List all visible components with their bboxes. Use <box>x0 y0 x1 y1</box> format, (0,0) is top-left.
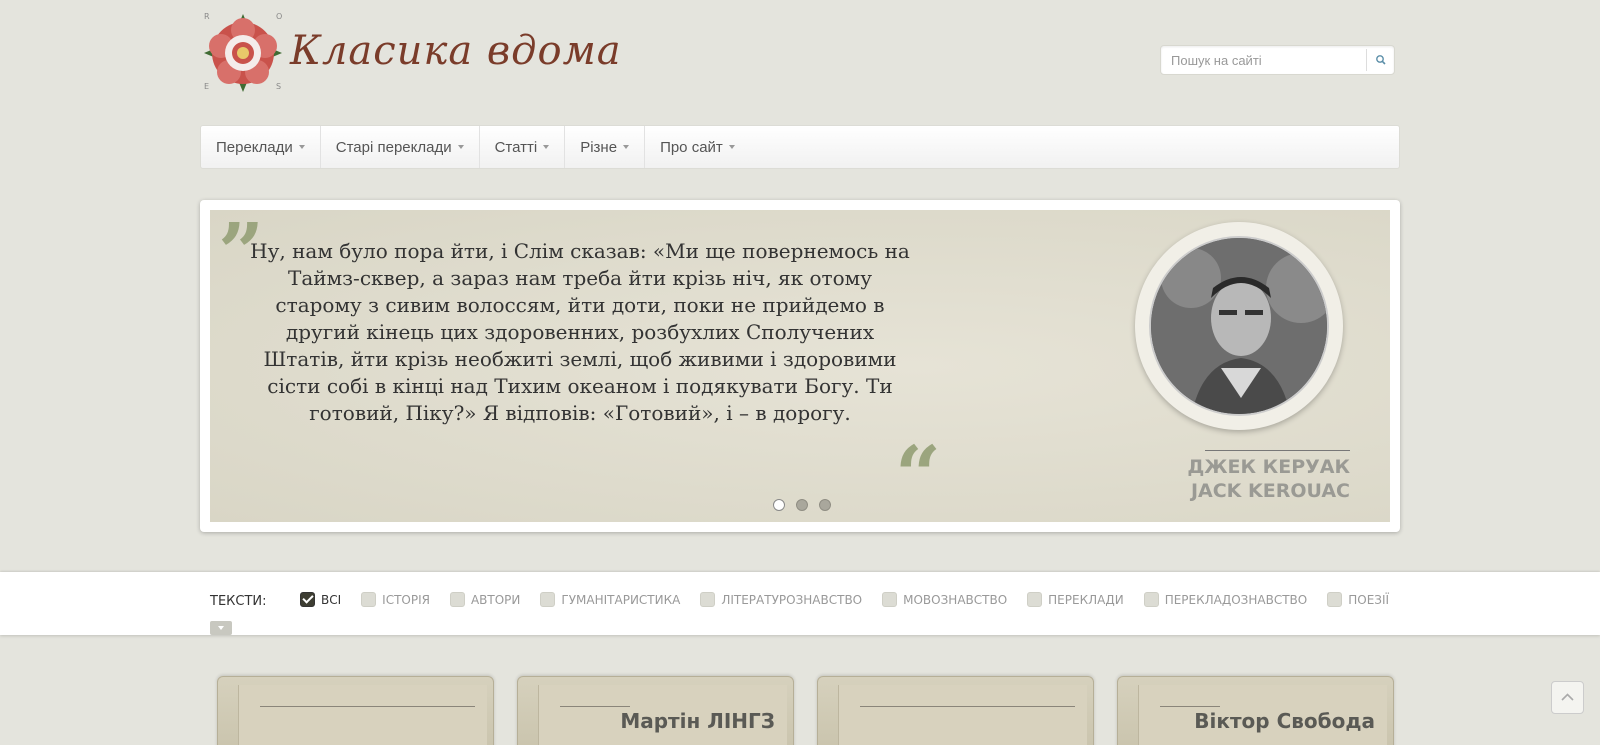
book-card[interactable]: Мартін ЛІНГЗ <box>517 676 794 745</box>
filter-text: ІСТОРІЯ <box>382 592 430 607</box>
filter-text: ВСІ <box>321 592 342 607</box>
nav-label: Переклади <box>216 138 293 156</box>
quote-close-icon: “ <box>895 428 942 522</box>
book-title: Віктор Свобода <box>1194 709 1375 733</box>
checkbox-icon <box>540 592 556 607</box>
slider-dot-2[interactable] <box>796 499 808 511</box>
quote-slider: ” Ну, нам було пора йти, і Слім сказав: … <box>200 200 1400 532</box>
nav-label: Статті <box>494 138 538 156</box>
checkbox-icon <box>1027 592 1043 607</box>
filter-translations[interactable]: ПЕРЕКЛАДИ <box>1027 592 1124 607</box>
filter-list: ВСІ ІСТОРІЯ АВТОРИ ГУМАНІТАРИСТИКА ЛІТЕР… <box>300 592 1409 607</box>
caret-down-icon <box>543 145 550 149</box>
checkbox-icon <box>1143 592 1159 607</box>
filter-label: ТЕКСТИ: <box>210 594 267 609</box>
portrait-figure-icon <box>1151 238 1327 414</box>
book-title: Мартін ЛІНГЗ <box>620 709 775 733</box>
nav-label: Старі переклади <box>335 138 452 156</box>
checkbox-icon <box>882 592 898 607</box>
filter-all[interactable]: ВСІ <box>300 592 341 607</box>
author-name: ДЖЕК КЕРУАК JACK KEROUAC <box>1170 455 1350 503</box>
book-divider <box>560 706 630 707</box>
checkbox-icon <box>700 592 716 607</box>
book-page <box>838 685 1087 745</box>
text-filter-bar: ТЕКСТИ: ВСІ ІСТОРІЯ АВТОРИ ГУМАНІТАРИСТИ… <box>0 572 1600 635</box>
chevron-up-icon <box>1561 693 1574 701</box>
filter-text: ГУМАНІТАРИСТИКА <box>561 592 681 607</box>
filter-poetry[interactable]: ПОЕЗІЇ <box>1327 592 1389 607</box>
author-name-ua: ДЖЕК КЕРУАК <box>1187 456 1350 478</box>
scroll-to-top-button[interactable] <box>1551 681 1584 714</box>
nav-item-misc[interactable]: Різне <box>565 126 646 168</box>
site-title: Класика вдома <box>290 28 622 74</box>
main-navbar: Переклади Старі переклади Статті Різне П… <box>200 125 1400 169</box>
caret-down-icon <box>728 145 735 149</box>
slider-pagination <box>773 499 831 511</box>
author-name-en: JACK KEROUAC <box>1190 480 1350 502</box>
checkbox-icon <box>449 592 465 607</box>
quote-text: Ну, нам було пора йти, і Слім сказав: «М… <box>250 239 910 425</box>
nav-label: Про сайт <box>660 138 723 156</box>
search-icon <box>1376 55 1386 65</box>
checkbox-icon <box>300 592 315 607</box>
filter-text: ЛІТЕРАТУРОЗНАВСТВО <box>721 592 863 607</box>
book-divider <box>260 706 475 707</box>
caret-down-icon <box>298 145 305 149</box>
nav-item-articles[interactable]: Статті <box>480 126 566 168</box>
author-portrait-frame <box>1135 222 1343 430</box>
filter-history[interactable]: ІСТОРІЯ <box>361 592 430 607</box>
filter-text: МОВОЗНАВСТВО <box>903 592 1008 607</box>
book-divider <box>860 706 1075 707</box>
checkbox-icon <box>1327 592 1343 607</box>
book-card[interactable] <box>817 676 1094 745</box>
slider-dot-1[interactable] <box>773 499 785 511</box>
slider-dot-3[interactable] <box>819 499 831 511</box>
filter-text: АВТОРИ <box>470 592 521 607</box>
author-divider <box>1205 450 1350 451</box>
search-box <box>1160 45 1395 75</box>
site-logo[interactable]: R O E S Класика вдома <box>200 10 621 100</box>
book-divider <box>1160 706 1220 707</box>
filter-linguistics[interactable]: МОВОЗНАВСТВО <box>882 592 1007 607</box>
nav-item-translations[interactable]: Переклади <box>201 126 321 168</box>
nav-label: Різне <box>580 138 618 156</box>
filter-text: ПЕРЕКЛАДИ <box>1048 592 1124 607</box>
caret-down-icon <box>623 145 630 149</box>
nav-item-old-translations[interactable]: Старі переклади <box>321 126 480 168</box>
filter-text: ПЕРЕКЛАДОЗНАВСТВО <box>1164 592 1308 607</box>
caret-down-icon <box>457 145 464 149</box>
tudor-rose-icon <box>204 14 282 92</box>
filter-text: ПОЕЗІЇ <box>1348 592 1390 607</box>
filter-translation-studies[interactable]: ПЕРЕКЛАДОЗНАВСТВО <box>1143 592 1308 607</box>
book-page <box>238 685 487 745</box>
book-card[interactable]: Віктор Свобода <box>1117 676 1394 745</box>
filter-humanities[interactable]: ГУМАНІТАРИСТИКА <box>540 592 680 607</box>
filter-literary-studies[interactable]: ЛІТЕРАТУРОЗНАВСТВО <box>700 592 862 607</box>
search-button[interactable] <box>1366 49 1394 71</box>
filter-expand-button[interactable] <box>210 621 232 635</box>
author-portrait <box>1149 236 1329 416</box>
checkbox-icon <box>361 592 377 607</box>
filter-authors[interactable]: АВТОРИ <box>449 592 521 607</box>
search-input[interactable] <box>1171 53 1361 68</box>
nav-item-about[interactable]: Про сайт <box>645 126 750 168</box>
slide: ” Ну, нам було пора йти, і Слім сказав: … <box>210 210 1390 522</box>
book-card[interactable] <box>217 676 494 745</box>
